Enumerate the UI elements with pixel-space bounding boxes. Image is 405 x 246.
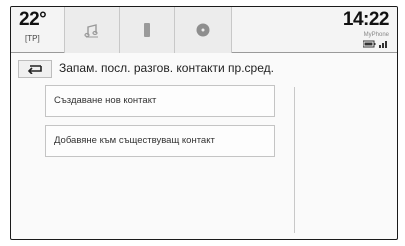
page-title: Запам. посл. разгов. контакти пр.сред.: [59, 61, 274, 75]
disc-icon: [196, 23, 210, 37]
clock-readout: 14:22: [342, 9, 390, 30]
panel-divider: [294, 87, 295, 233]
back-button[interactable]: [18, 60, 52, 78]
battery-signal-icon: [363, 40, 387, 48]
tab-audio[interactable]: [64, 7, 119, 53]
add-to-existing-contact-button[interactable]: Добавяне към съществуващ контакт: [45, 125, 275, 157]
tab-phone[interactable]: [119, 7, 174, 53]
status-bar: 22° [TP] 14:22 MyPhone: [11, 7, 397, 53]
create-new-contact-button[interactable]: Създаване нов контакт: [45, 85, 275, 117]
clock-widget: 14:22 MyPhone: [307, 7, 397, 53]
climate-widget[interactable]: 22° [TP]: [11, 7, 64, 53]
tab-media[interactable]: [174, 7, 232, 53]
connected-phone-name: MyPhone: [363, 32, 389, 38]
back-arrow-icon: [27, 65, 42, 74]
temperature-readout: 22°: [19, 9, 47, 30]
music-note-icon: [84, 24, 98, 38]
traffic-program-label: [TP]: [25, 34, 40, 43]
title-row: Запам. посл. разгов. контакти пр.сред.: [11, 55, 397, 81]
phone-icon: [144, 23, 150, 37]
infotainment-screen: 22° [TP] 14:22 MyPhone Запам. посл. разг…: [10, 6, 398, 240]
contact-options-list: Създаване нов контакт Добавяне към същес…: [45, 85, 283, 235]
